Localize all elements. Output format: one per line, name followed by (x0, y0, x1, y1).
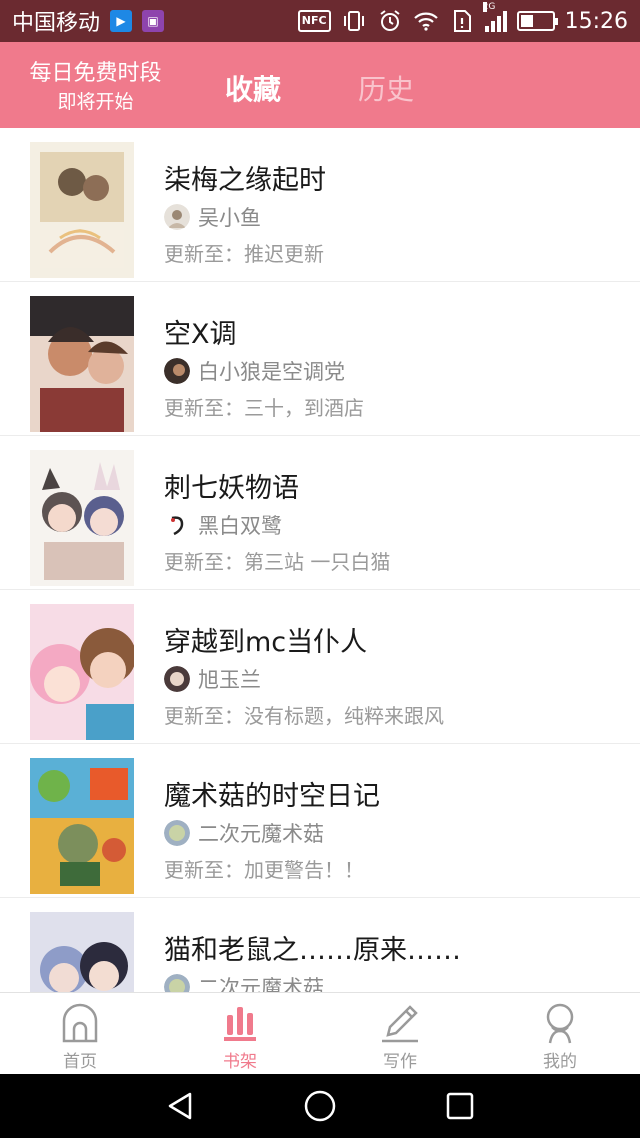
author-avatar (164, 974, 190, 992)
nav-bookshelf[interactable]: 书架 (160, 993, 320, 1074)
home-icon (58, 1001, 102, 1045)
book-title: 柒梅之缘起时 (164, 165, 326, 196)
book-item[interactable]: 猫和老鼠之……原来…… 二次元魔术菇 (0, 898, 640, 992)
author-avatar (164, 358, 190, 384)
author-name: 白小狼是空调党 (198, 360, 345, 384)
promo-line-2: 即将开始 (57, 91, 134, 113)
tab-favorites[interactable]: 收藏 (225, 68, 281, 108)
profile-icon (538, 1001, 582, 1045)
nav-write-label: 写作 (383, 1052, 417, 1072)
book-item[interactable]: 空X调 白小狼是空调党 更新至：三十，到酒店 (0, 282, 640, 436)
update-status: 更新至：没有标题，纯粹来跟风 (164, 704, 444, 728)
tab-history[interactable]: 历史 (358, 68, 414, 108)
book-title: 猫和老鼠之……原来…… (164, 935, 461, 966)
update-status: 更新至：推迟更新 (164, 242, 324, 266)
free-period-banner[interactable]: 每日免费时段 即将开始 (18, 60, 173, 116)
book-cover[interactable] (30, 450, 134, 586)
book-item[interactable]: 柒梅之缘起时 吴小鱼 更新至：推迟更新 (0, 128, 640, 282)
book-cover[interactable] (30, 142, 134, 278)
book-cover[interactable] (30, 912, 134, 992)
bottom-nav: 首页 书架 写作 我的 (0, 992, 640, 1074)
book-cover[interactable] (30, 758, 134, 894)
book-title: 穿越到mc当仆人 (164, 627, 368, 658)
book-item[interactable]: 穿越到mc当仆人 旭玉兰 更新至：没有标题，纯粹来跟风 (0, 590, 640, 744)
author-avatar (164, 820, 190, 846)
home-circle-icon (304, 1090, 336, 1122)
back-triangle-icon (168, 1092, 192, 1120)
update-status: 更新至：加更警告！！ (164, 858, 364, 882)
book-cover[interactable] (30, 296, 134, 432)
book-title: 魔术菇的时空日记 (164, 781, 380, 812)
system-nav-bar (0, 1074, 640, 1138)
book-title: 刺七妖物语 (164, 473, 299, 504)
author-name: 旭玉兰 (198, 668, 261, 692)
home-button[interactable] (302, 1088, 338, 1124)
vibrate-icon (341, 8, 367, 34)
status-time: 15:26 (564, 8, 628, 34)
book-item[interactable]: 魔术菇的时空日记 二次元魔术菇 更新至：加更警告！！ (0, 744, 640, 898)
nfc-icon: NFC (297, 10, 331, 32)
video-app-icon: ▶ (110, 10, 133, 32)
wifi-icon (413, 8, 439, 34)
book-title: 空X调 (164, 319, 237, 350)
battery-icon (516, 11, 558, 31)
recents-square-icon (446, 1092, 474, 1120)
alarm-icon (377, 8, 403, 34)
nav-write[interactable]: 写作 (320, 993, 480, 1074)
nav-profile[interactable]: 我的 (480, 993, 640, 1074)
author-name: 黑白双鹭 (198, 514, 282, 538)
carrier-label: 中国移动 (12, 11, 101, 36)
signal-icon: 2G (482, 2, 507, 32)
author-avatar (164, 204, 190, 230)
back-button[interactable] (162, 1088, 198, 1124)
nav-home-label: 首页 (63, 1052, 97, 1072)
author-avatar (164, 666, 190, 692)
nav-home[interactable]: 首页 (0, 993, 160, 1074)
update-status: 更新至：三十，到酒店 (164, 396, 364, 420)
nav-bookshelf-label: 书架 (223, 1052, 257, 1072)
author-name: 二次元魔术菇 (198, 822, 324, 846)
status-bar: 中国移动 ▶ ▣ NFC 2G 15:26 (0, 0, 640, 42)
author-avatar (164, 512, 190, 538)
bookshelf-list: 柒梅之缘起时 吴小鱼 更新至：推迟更新 空X调 白小狼是空调党 更新至：三十，到… (0, 128, 640, 992)
update-status: 更新至：第三站 一只白猫 (164, 550, 391, 574)
author-name: 二次元魔术菇 (198, 976, 324, 992)
nav-profile-label: 我的 (543, 1052, 577, 1072)
author-name: 吴小鱼 (198, 206, 261, 230)
recents-button[interactable] (442, 1088, 478, 1124)
sim-icon (449, 8, 475, 34)
pen-icon (378, 1001, 422, 1045)
book-item[interactable]: 刺七妖物语 黑白双鹭 更新至：第三站 一只白猫 (0, 436, 640, 590)
bookshelf-icon (218, 1001, 262, 1045)
book-cover[interactable] (30, 604, 134, 740)
promo-line-1: 每日免费时段 (29, 61, 162, 86)
gallery-app-icon: ▣ (142, 10, 165, 32)
header-bar: 每日免费时段 即将开始 收藏 历史 (0, 42, 640, 128)
